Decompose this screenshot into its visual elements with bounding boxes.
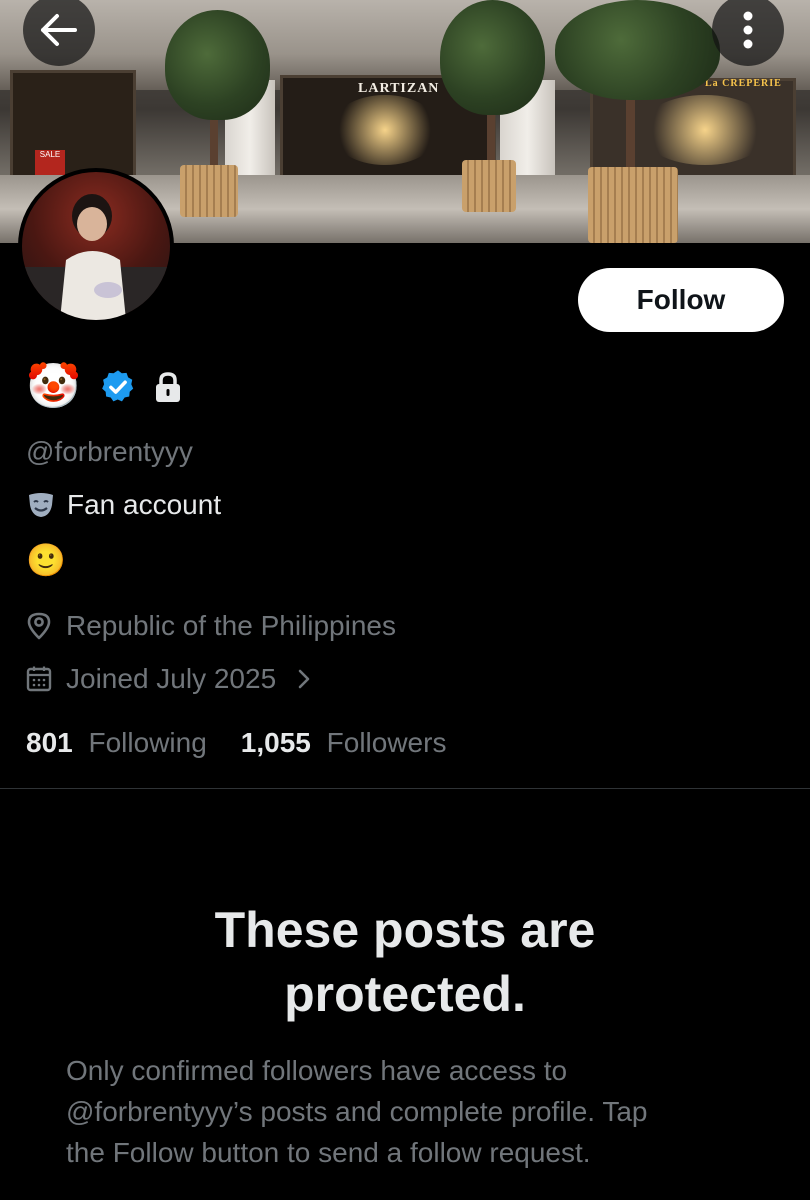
username-handle: @forbrentyyy <box>26 436 193 467</box>
slightly-smiling-face-emoji: 🙂 <box>26 542 66 578</box>
banner-tree <box>555 0 720 100</box>
protected-body-line: Only confirmed followers have access to <box>66 1055 568 1086</box>
calendar-icon <box>26 666 52 692</box>
banner-shop-sign: La CREPERIE <box>705 78 782 89</box>
location-row: Republic of the Philippines <box>26 610 396 642</box>
banner-tree <box>440 0 545 115</box>
protected-body-line: the Follow button to send a follow reque… <box>66 1137 591 1168</box>
joined-text: Joined July 2025 <box>66 663 277 694</box>
protected-body-line: @forbrentyyy’s posts and complete profil… <box>66 1096 648 1127</box>
banner-shop-left <box>10 70 136 186</box>
verified-badge-icon[interactable] <box>99 368 137 406</box>
banner-light <box>330 95 440 165</box>
performing-arts-icon <box>29 493 53 517</box>
chevron-right-icon <box>298 669 310 689</box>
banner-light <box>640 95 770 165</box>
banner-shop-sign: LARTIZAN <box>358 81 440 96</box>
banner-planter <box>180 165 238 217</box>
avatar-photo <box>22 194 170 320</box>
protected-posts-title: These posts are protected. <box>0 898 810 1026</box>
location-text: Republic of the Philippines <box>66 610 396 641</box>
arrow-left-icon <box>41 14 77 46</box>
protected-posts-description: Only confirmed followers have access to … <box>66 1050 756 1173</box>
banner-planter <box>588 167 678 243</box>
followers-link[interactable]: 1,055 Followers <box>241 727 447 759</box>
followers-count: 1,055 <box>240 727 311 758</box>
divider <box>0 788 810 789</box>
bio-text: Fan account <box>67 489 222 520</box>
more-vertical-icon <box>743 11 753 49</box>
follow-button[interactable]: Follow <box>578 268 784 332</box>
followers-label: Followers <box>326 727 447 758</box>
bio-emoji-line: 🙂 <box>26 540 66 580</box>
banner-tree <box>165 10 270 120</box>
joined-row[interactable]: Joined July 2025 <box>26 663 312 695</box>
banner-planter <box>462 160 516 212</box>
following-link[interactable]: 801 Following <box>26 727 207 759</box>
clown-emoji: 🤡 <box>26 362 81 411</box>
avatar[interactable] <box>18 168 174 324</box>
bio-line: Fan account <box>26 489 221 521</box>
follow-stats: 801 Following 1,055 Followers <box>26 727 446 759</box>
protected-title-line: These posts are <box>214 902 596 958</box>
lock-icon <box>155 372 180 402</box>
location-pin-icon <box>27 612 51 640</box>
protected-title-line: protected. <box>284 966 526 1022</box>
following-count: 801 <box>26 727 73 758</box>
display-name-row: 🤡 <box>26 360 183 414</box>
following-label: Following <box>88 727 207 758</box>
